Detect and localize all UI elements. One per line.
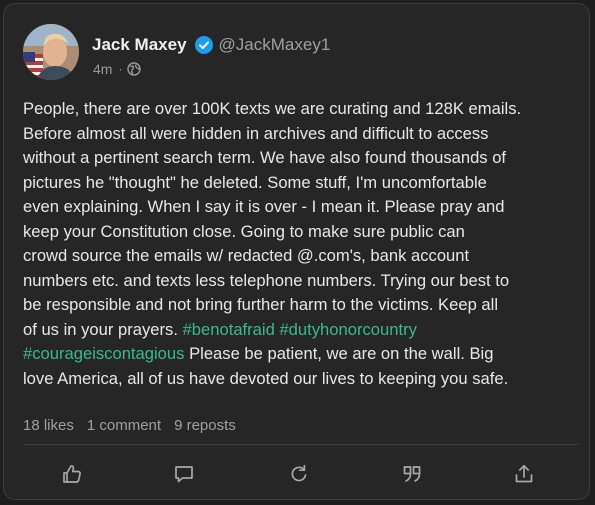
avatar[interactable]: [23, 24, 79, 80]
comment-icon: [175, 466, 193, 483]
likes-count[interactable]: 18 likes: [23, 417, 74, 434]
author-name[interactable]: Jack Maxey: [92, 35, 187, 55]
share-button[interactable]: [510, 460, 538, 488]
post-timestamp[interactable]: 4m: [93, 61, 112, 77]
repost-icon: [291, 464, 307, 482]
post-card: Jack Maxey @JackMaxey1 4m · People, ther…: [3, 3, 590, 500]
quote-icon: [403, 466, 421, 482]
hashtag-courageiscontagious[interactable]: #courageiscontagious: [23, 344, 184, 363]
verified-badge-icon: [194, 36, 213, 54]
share-icon: [515, 464, 533, 483]
post-text: People, there are over 100K texts we are…: [23, 97, 579, 391]
avatar-photo: [23, 24, 79, 80]
meta-separator: ·: [118, 62, 123, 76]
repost-button[interactable]: [285, 460, 313, 488]
divider: [23, 444, 579, 445]
author-handle[interactable]: @JackMaxey1: [219, 35, 331, 55]
engagement-stats: 18 likes 1 comment 9 reposts: [23, 417, 249, 434]
text-segment: People, there are over 100K texts we are…: [23, 99, 522, 339]
like-button[interactable]: [58, 460, 86, 488]
hashtag-benotafraid[interactable]: #benotafraid: [183, 320, 275, 339]
reposts-count[interactable]: 9 reposts: [174, 417, 236, 434]
action-bar: [4, 456, 589, 492]
quote-button[interactable]: [398, 460, 426, 488]
comment-button[interactable]: [170, 460, 198, 488]
comments-count[interactable]: 1 comment: [87, 417, 161, 434]
thumbs-up-icon: [63, 465, 81, 483]
hashtag-dutyhonorcountry[interactable]: #dutyhonorcountry: [279, 320, 416, 339]
globe-icon: [127, 62, 142, 76]
